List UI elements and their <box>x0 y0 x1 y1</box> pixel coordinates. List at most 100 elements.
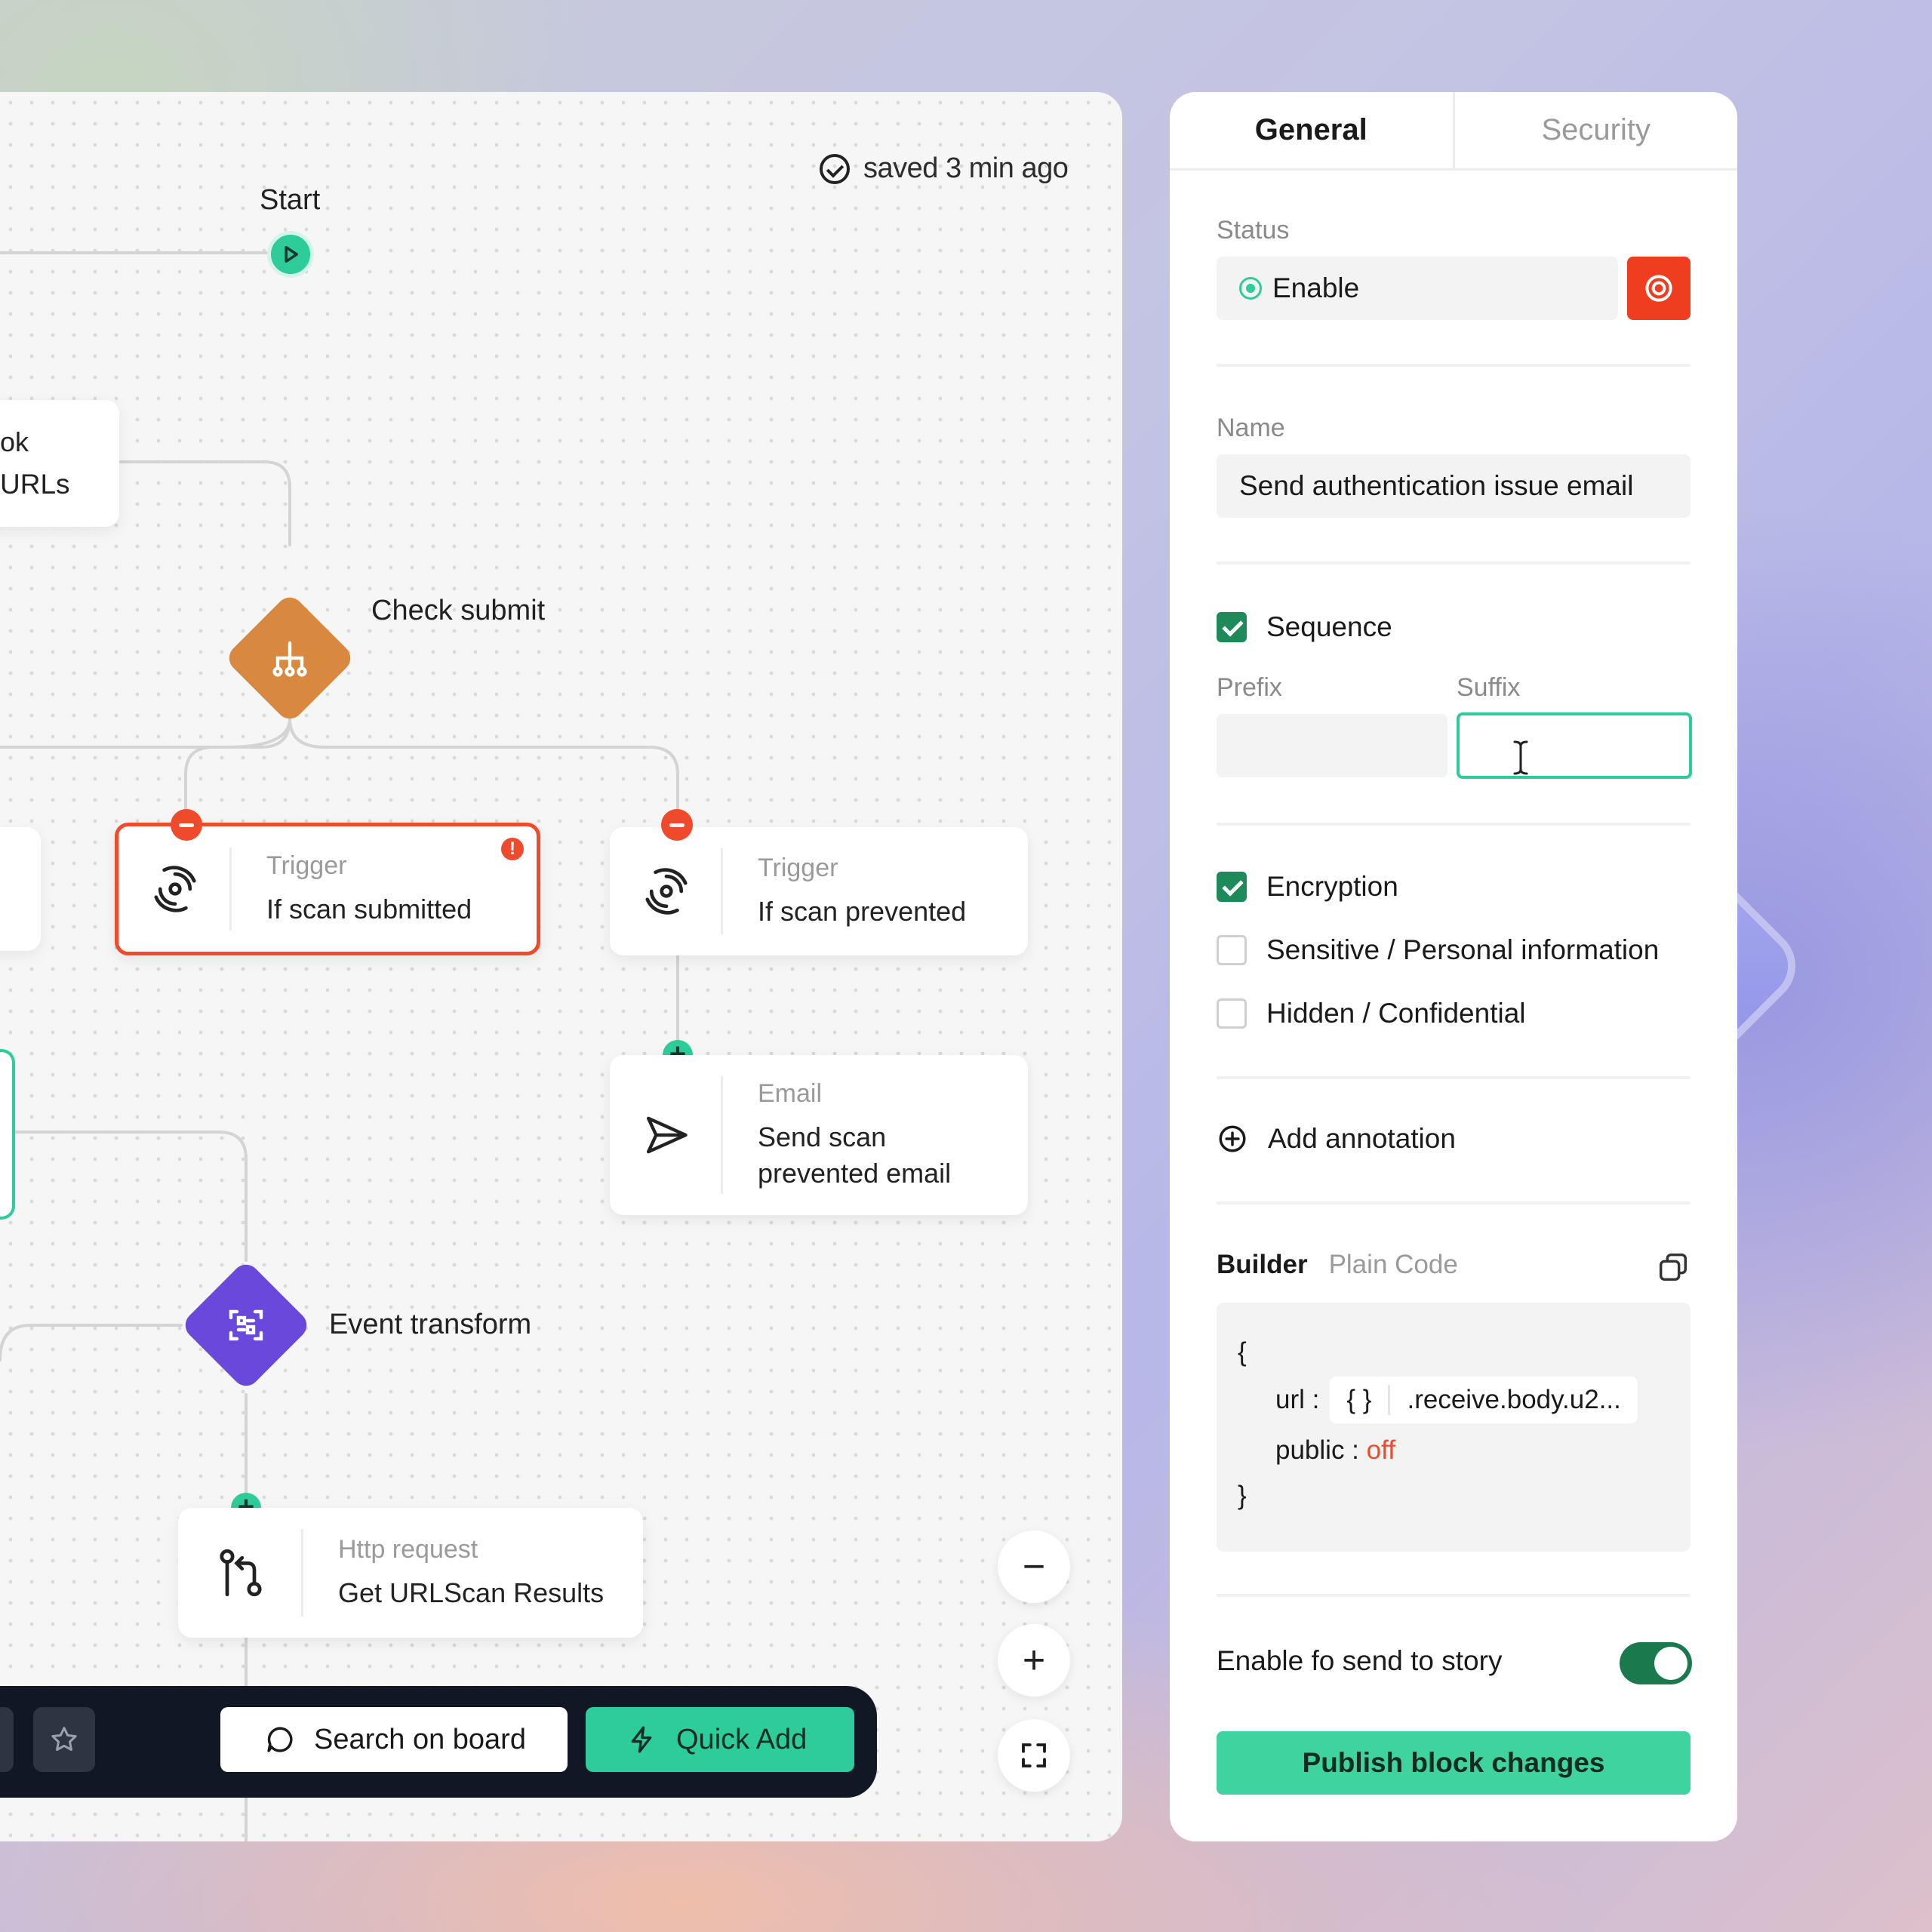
search-on-board-label: Search on board <box>314 1723 526 1755</box>
option-row-sensitive[interactable]: Sensitive / Personal information <box>1217 934 1659 966</box>
prefix-input[interactable] <box>1217 714 1447 777</box>
expand-icon <box>1022 1743 1046 1767</box>
send-icon <box>610 1055 723 1215</box>
divider <box>1217 364 1690 367</box>
partial-selected-node[interactable] <box>0 1049 15 1220</box>
braces-icon: { } <box>1346 1385 1391 1415</box>
url-value: .receive.body.u2... <box>1407 1385 1621 1414</box>
name-label: Name <box>1217 414 1285 442</box>
fit-screen-button[interactable] <box>998 1719 1070 1792</box>
prefix-label: Prefix <box>1217 673 1282 702</box>
trigger-scan-prevented-node[interactable]: Trigger If scan prevented <box>610 827 1028 955</box>
pull-request-icon <box>178 1508 303 1638</box>
public-key: public : <box>1275 1435 1359 1465</box>
transform-icon <box>229 1309 263 1341</box>
search-on-board-button[interactable]: Search on board <box>220 1707 568 1772</box>
send-to-story-toggle[interactable] <box>1620 1642 1692 1684</box>
divider <box>1217 823 1690 826</box>
remove-connection-button[interactable] <box>171 809 202 841</box>
branch-tree-icon <box>272 641 307 677</box>
play-icon <box>285 245 298 263</box>
suffix-input[interactable] <box>1457 712 1692 779</box>
public-value[interactable]: off <box>1367 1435 1395 1465</box>
save-status: saved 3 min ago <box>820 152 1069 185</box>
favorite-button[interactable] <box>33 1707 95 1772</box>
divider <box>1217 1076 1690 1079</box>
zoom-out-button[interactable]: − <box>998 1531 1070 1603</box>
option-row-hidden[interactable]: Hidden / Confidential <box>1217 998 1526 1029</box>
lightning-icon <box>631 1726 652 1753</box>
close-brace: } <box>1238 1481 1247 1510</box>
url-value-pill[interactable]: { } .receive.body.u2... <box>1330 1377 1638 1423</box>
trigger-icon <box>118 826 232 952</box>
partial-node-line2: URLs <box>0 469 70 500</box>
remove-connection-button[interactable] <box>661 809 693 841</box>
panel-tabs: General Security <box>1170 92 1737 171</box>
board-toolbar: Search on board Quick Add <box>0 1686 877 1798</box>
zoom-in-button[interactable]: + <box>998 1624 1070 1697</box>
quick-add-button[interactable]: Quick Add <box>586 1707 854 1772</box>
toolbar-partial-button[interactable] <box>0 1707 14 1772</box>
tab-plain-code[interactable]: Plain Code <box>1329 1250 1458 1280</box>
add-annotation-label: Add annotation <box>1268 1123 1456 1154</box>
option-label: Sensitive / Personal information <box>1266 934 1660 965</box>
partial-node-line1: ok <box>0 426 29 457</box>
event-transform-label: Event transform <box>329 1309 532 1340</box>
public-row: public : off <box>1275 1435 1395 1466</box>
publish-button[interactable]: Publish block changes <box>1217 1731 1690 1795</box>
partial-node[interactable]: ok URLs <box>0 400 119 527</box>
start-node[interactable] <box>267 231 314 278</box>
node-kind: Email <box>758 1078 823 1108</box>
add-annotation-button[interactable]: Add annotation <box>1217 1123 1456 1155</box>
encryption-checkbox[interactable] <box>1217 872 1247 902</box>
suffix-label: Suffix <box>1457 673 1521 702</box>
divider <box>1217 561 1690 565</box>
divider <box>1217 1201 1690 1204</box>
trigger-icon <box>610 827 723 955</box>
plus-circle-icon <box>1219 1125 1246 1152</box>
minus-icon: − <box>1022 1545 1046 1589</box>
check-circle-icon <box>820 153 850 184</box>
sensitive-checkbox[interactable] <box>1217 935 1247 965</box>
save-status-text: saved 3 min ago <box>863 152 1069 184</box>
sequence-checkbox-row[interactable]: Sequence <box>1217 611 1392 643</box>
copy-icon[interactable] <box>1656 1250 1690 1284</box>
status-select[interactable]: Enable <box>1217 257 1618 320</box>
partial-node-2[interactable] <box>0 827 41 951</box>
workflow-canvas[interactable]: saved 3 min ago Start ok URLs Check subm… <box>0 92 1122 1841</box>
text-cursor-icon <box>1513 740 1528 775</box>
tab-security[interactable]: Security <box>1455 92 1738 168</box>
http-request-node[interactable]: Http request Get URLScan Results <box>178 1508 643 1638</box>
code-builder[interactable]: { url : { } .receive.body.u2... public :… <box>1217 1303 1690 1552</box>
star-icon <box>51 1727 77 1751</box>
sequence-checkbox[interactable] <box>1217 612 1247 642</box>
radio-on-icon <box>1239 277 1262 300</box>
url-row: url : { } .receive.body.u2... <box>1275 1377 1638 1423</box>
start-label: Start <box>260 184 321 216</box>
node-title: Get URLScan Results <box>338 1577 605 1608</box>
status-label: Status <box>1217 216 1290 245</box>
node-title-line2: prevented email <box>758 1157 952 1189</box>
status-value: Enable <box>1272 272 1360 303</box>
open-brace: { <box>1238 1337 1247 1367</box>
chat-search-icon <box>267 1727 293 1752</box>
option-row-encryption[interactable]: Encryption <box>1217 871 1398 903</box>
sequence-label: Sequence <box>1266 611 1392 642</box>
tab-general[interactable]: General <box>1170 92 1455 168</box>
name-input[interactable]: Send authentication issue email <box>1217 454 1690 518</box>
trigger-scan-submitted-node[interactable]: Trigger If scan submitted <box>115 823 540 955</box>
url-key: url : <box>1275 1385 1320 1414</box>
send-to-story-label: Enable fo send to story <box>1217 1645 1503 1676</box>
email-node[interactable]: Email Send scan prevented email <box>610 1055 1028 1215</box>
node-kind: Http request <box>338 1534 478 1564</box>
disable-button[interactable] <box>1627 257 1690 320</box>
plus-icon: + <box>1022 1638 1046 1682</box>
tab-builder[interactable]: Builder <box>1217 1250 1308 1280</box>
option-label: Hidden / Confidential <box>1266 998 1526 1029</box>
node-title: If scan submitted <box>266 893 472 924</box>
hidden-checkbox[interactable] <box>1217 998 1247 1029</box>
error-badge-icon: ! <box>501 838 524 860</box>
divider <box>1217 1594 1690 1597</box>
node-title-line1: Send scan <box>758 1121 887 1152</box>
check-submit-label: Check submit <box>371 595 546 626</box>
